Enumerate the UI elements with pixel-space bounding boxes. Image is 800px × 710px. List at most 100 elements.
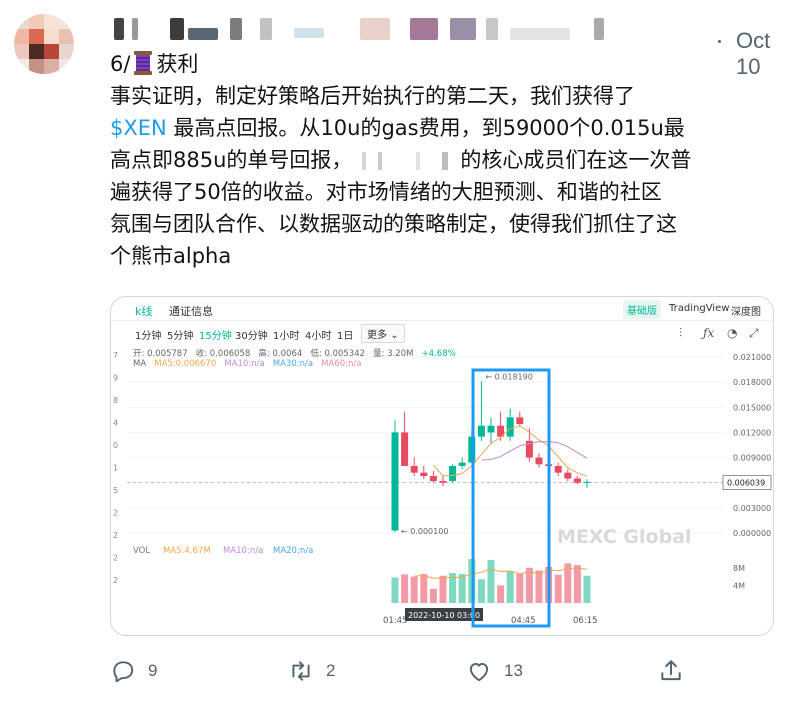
volume-bar [401, 574, 409, 603]
watermark-text: MEXC Global [557, 526, 692, 548]
candlestick-chart[interactable]: 7 9 8 4 0 1 5 2 2 2 2 0.021000 0.018000 0.015000 0.012… [111, 297, 773, 635]
retweet-button[interactable]: 2 [288, 658, 335, 684]
tweet-line: 遍获得了50倍的收益。对市场情绪的大胆预测、和谐的社区 [110, 180, 662, 204]
low-price-marker: ← 0.000100 [401, 527, 448, 536]
candle-body [477, 425, 485, 437]
volume-bar [487, 559, 495, 603]
left-axis-digit: 4 [113, 419, 118, 428]
redacted-name-part [170, 18, 184, 40]
volume-bar [429, 588, 437, 603]
tweet-line: 高点即885u的单号回报， 的核心成员们在这一次普 [110, 144, 790, 176]
candle-body [554, 465, 562, 473]
volume-tick-label: 8M [733, 564, 745, 573]
candle-body [449, 465, 457, 482]
tweet-line: 个熊市alpha [110, 244, 232, 268]
reply-button[interactable]: 9 [110, 658, 157, 684]
volume-bar [410, 576, 418, 603]
cashtag-link[interactable]: $XEN [110, 116, 167, 140]
tweet-line-text: 的核心成员们在这一次普 [460, 148, 692, 172]
candle-body [458, 462, 466, 466]
left-axis-digit: 7 [113, 351, 118, 360]
left-axis-digit: 8 [113, 396, 118, 405]
volume-bar [573, 565, 581, 603]
tweet-line: $XEN 最高点回报。从10u的gas费用，到59000个0.015u最 [110, 112, 790, 144]
vol-ma5-label: MA5:4.67M [163, 546, 211, 556]
volume-bar [554, 574, 562, 603]
volume-bar [497, 585, 505, 603]
price-tick-label: 0.000000 [733, 529, 771, 538]
candle-body [439, 481, 447, 483]
vol-ma20-label: MA20:n/a [273, 546, 313, 556]
chart-image-card[interactable]: k线 通证信息 基础版 TradingView 深度图 1分钟 5分钟 15分钟… [110, 296, 774, 636]
reply-icon [113, 661, 134, 683]
share-button[interactable] [658, 658, 696, 684]
candle-body [420, 472, 428, 477]
vol-ma10-label: MA10:n/a [223, 546, 263, 556]
left-axis-digit: 9 [113, 374, 118, 383]
thread-number: 6/ [110, 52, 131, 76]
left-axis-digit: 1 [113, 464, 118, 473]
time-tick-label: 06:15 [573, 616, 598, 626]
price-tick-label: 0.018000 [733, 378, 771, 387]
left-axis-digit: 2 [113, 531, 118, 540]
volume-bar [391, 577, 399, 603]
tweet-body: 6/获利 事实证明，制定好策略后开始执行的第二天，我们获得了 $XEN 最高点回… [110, 48, 790, 272]
price-tick-label: 0.015000 [733, 403, 771, 412]
like-button[interactable]: 13 [466, 658, 523, 684]
redacted-handle [450, 18, 476, 40]
candle-body [401, 432, 409, 466]
tweet-action-bar: 9 2 13 [110, 650, 790, 694]
redacted-team-name [356, 152, 457, 170]
separator-dot [718, 40, 721, 43]
candle-body [535, 457, 543, 465]
redacted-handle [486, 18, 498, 40]
heart-icon [469, 662, 489, 682]
tweet-line-text: 获利 [156, 52, 199, 76]
crosshair-time-label: 2022-10-10 03:00 [408, 611, 480, 620]
volume-bar [535, 570, 543, 603]
reply-count: 9 [148, 661, 158, 680]
redacted-handle [294, 28, 324, 38]
redacted-name-part [132, 18, 138, 40]
redacted-name-part [230, 18, 242, 40]
left-axis-digit: 2 [113, 509, 118, 518]
left-axis-digit: 0 [113, 441, 118, 450]
volume-bar [525, 567, 533, 603]
tweet-line-text: 高点即885u的单号回报， [110, 148, 353, 172]
redacted-handle [510, 28, 570, 40]
tweet-line-text: 最高点回报。从10u的gas费用，到59000个0.015u最 [166, 116, 685, 140]
redacted-name-part [188, 28, 218, 40]
retweet-icon [292, 661, 310, 681]
redacted-handle [410, 18, 438, 40]
redacted-name-part [260, 18, 272, 40]
thread-spool-emoji [134, 51, 153, 75]
candle-body [516, 417, 524, 425]
candle-body [391, 432, 399, 531]
candle-body [564, 472, 572, 479]
share-icon [661, 660, 681, 681]
volume-bar [477, 579, 485, 603]
high-price-marker: ← 0.018190 [485, 372, 532, 381]
left-axis-digit: 2 [113, 576, 118, 585]
tweet-header: Oct 10 [110, 14, 790, 79]
redacted-handle [594, 18, 604, 40]
price-tick-label: 0.012000 [733, 428, 771, 437]
volume-tick-label: 4M [733, 581, 745, 590]
candle-body [429, 476, 437, 482]
price-tick-label: 0.009000 [733, 454, 771, 463]
left-axis-digit: 5 [113, 486, 118, 495]
redacted-name[interactable] [114, 18, 124, 40]
redacted-handle [360, 18, 390, 40]
volume-bar [506, 571, 514, 603]
vol-label: VOL [133, 546, 150, 556]
tweet-line: 6/获利 [110, 48, 790, 80]
volume-bar [516, 573, 524, 603]
candle-body [410, 465, 418, 473]
avatar[interactable] [14, 14, 74, 74]
volume-bar [420, 573, 428, 603]
like-count: 13 [504, 661, 523, 680]
left-axis-digit: 2 [113, 554, 118, 563]
volume-bar [583, 575, 591, 603]
time-tick-label: 01:45 [383, 616, 408, 626]
candle-body [506, 417, 514, 437]
